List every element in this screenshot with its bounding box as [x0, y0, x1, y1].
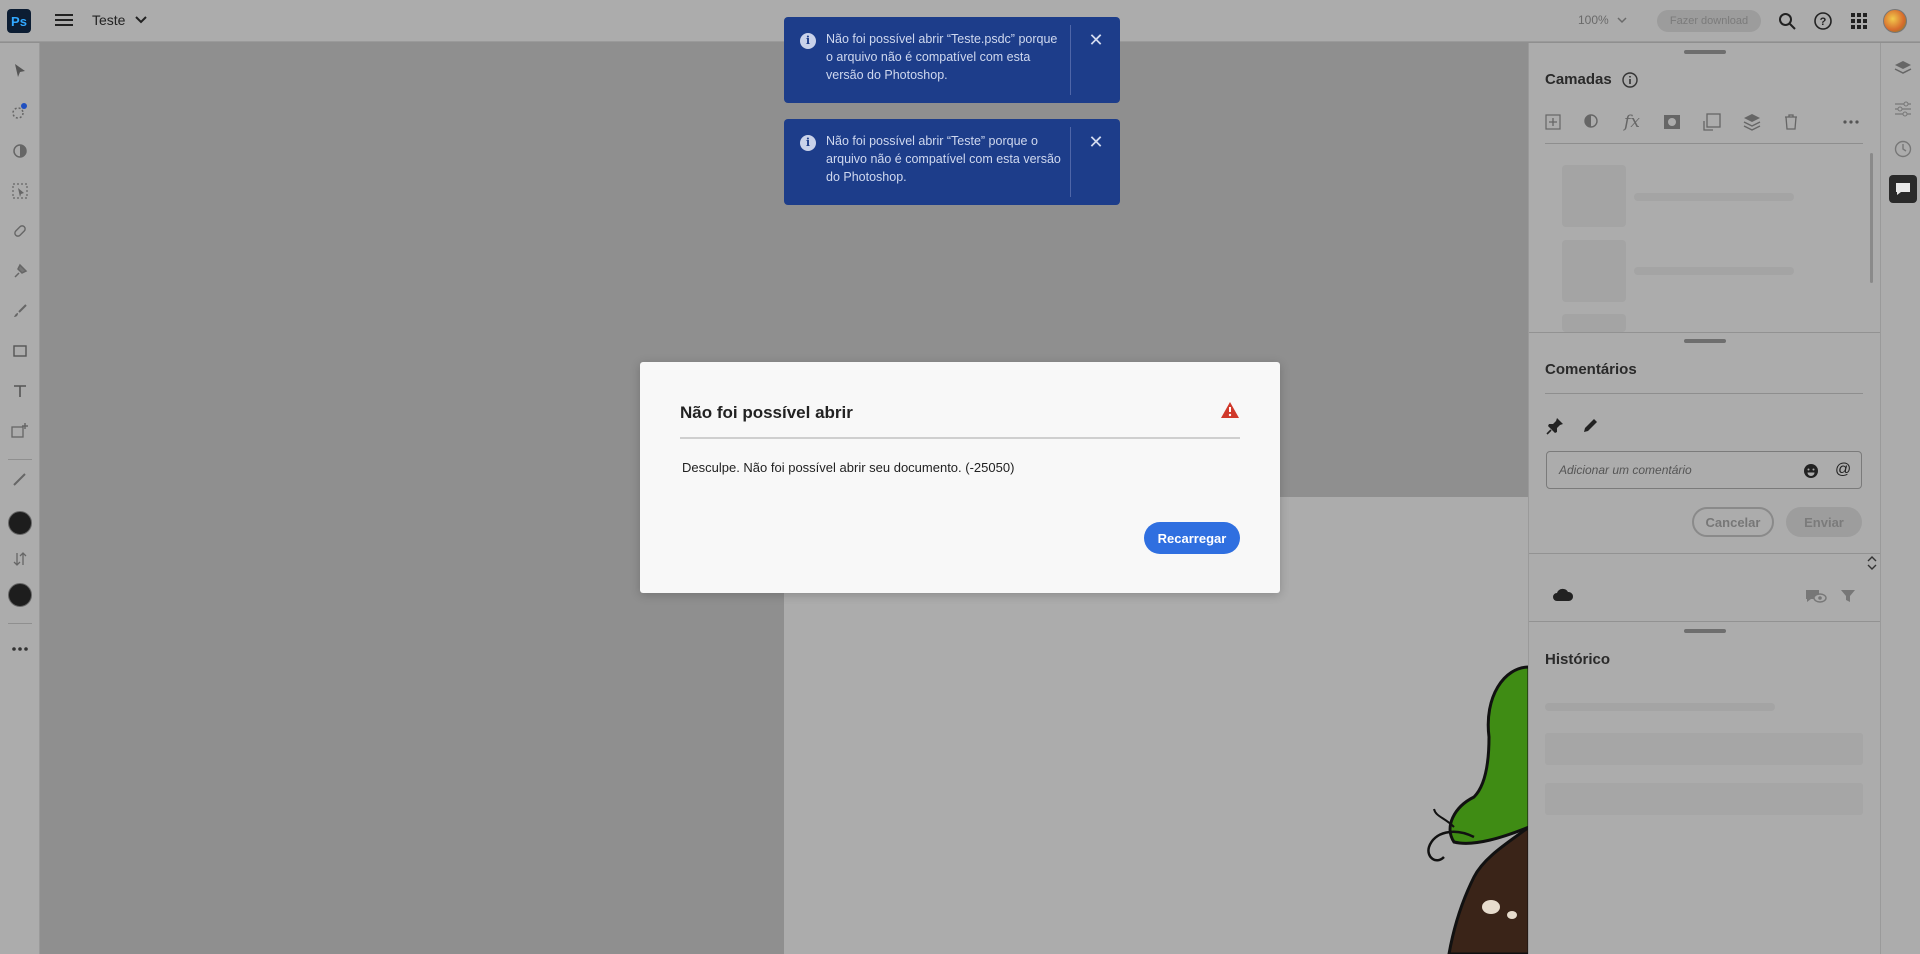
- emoji-icon[interactable]: [1803, 463, 1819, 479]
- zoom-level: 100%: [1578, 13, 1609, 27]
- panel-resize-handle[interactable]: [1684, 629, 1726, 633]
- move-tool-icon[interactable]: [8, 59, 32, 83]
- toast-divider: [1070, 25, 1071, 95]
- right-panel: Camadas fx Comentários Adicionar um come…: [1528, 43, 1881, 954]
- reload-button[interactable]: Recarregar: [1144, 522, 1240, 554]
- foreground-color-swatch[interactable]: [8, 511, 32, 535]
- chevron-down-icon: [1617, 16, 1627, 23]
- clipping-mask-icon[interactable]: [1701, 111, 1723, 133]
- info-icon: i: [800, 33, 816, 49]
- place-image-icon[interactable]: [8, 419, 32, 443]
- more-options-icon[interactable]: [1840, 111, 1862, 133]
- comments-panel-icon[interactable]: [1889, 175, 1917, 203]
- pin-icon[interactable]: [1546, 417, 1564, 440]
- history-panel-icon[interactable]: [1889, 135, 1917, 163]
- cancel-comment-button[interactable]: Cancelar: [1692, 507, 1774, 537]
- panel-switcher-strip: [1880, 43, 1920, 954]
- comment-input[interactable]: Adicionar um comentário @: [1546, 451, 1862, 489]
- toolbar-divider: [8, 459, 32, 460]
- toolbar-divider: [8, 623, 32, 624]
- left-toolbar: [0, 43, 40, 954]
- adjustment-layer-icon[interactable]: [1581, 111, 1603, 133]
- pencil-icon[interactable]: [1581, 417, 1599, 440]
- toast-message: Não foi possível abrir “Teste.psdc” porq…: [826, 32, 1058, 82]
- zoom-dropdown[interactable]: 100%: [1578, 13, 1627, 27]
- section-divider: [1529, 332, 1881, 333]
- download-button[interactable]: Fazer download: [1657, 10, 1761, 32]
- type-tool-icon[interactable]: [8, 379, 32, 403]
- history-skeleton-item: [1545, 783, 1863, 815]
- panel-resize-handle[interactable]: [1684, 50, 1726, 54]
- delete-layer-icon[interactable]: [1780, 111, 1802, 133]
- brush-tool-icon[interactable]: [8, 299, 32, 323]
- dialog-message: Desculpe. Não foi possível abrir seu doc…: [682, 460, 1015, 475]
- history-skeleton-line: [1545, 703, 1775, 711]
- mention-icon[interactable]: @: [1835, 461, 1851, 479]
- layer-mask-icon[interactable]: [1661, 111, 1683, 133]
- swap-colors-icon[interactable]: [8, 547, 32, 571]
- history-title: Histórico: [1545, 651, 1611, 668]
- toast-message: Não foi possível abrir “Teste” porque o …: [826, 134, 1061, 184]
- photoshop-logo[interactable]: Ps: [7, 9, 31, 33]
- close-icon[interactable]: ✕: [1085, 29, 1107, 51]
- resize-arrows-icon[interactable]: [1867, 555, 1877, 576]
- add-layer-icon[interactable]: [1542, 111, 1564, 133]
- search-icon[interactable]: [1777, 11, 1797, 31]
- layers-title: Camadas: [1545, 71, 1612, 88]
- adjustments-panel-icon[interactable]: [1889, 95, 1917, 123]
- section-divider: [1529, 621, 1881, 622]
- section-divider: [1529, 553, 1881, 554]
- panel-resize-handle[interactable]: [1684, 339, 1726, 343]
- fx-effects-icon[interactable]: fx: [1621, 111, 1643, 133]
- layer-skeleton-thumbnail: [1562, 314, 1626, 332]
- layer-stack-icon[interactable]: [1741, 111, 1763, 133]
- error-dialog: Não foi possível abrir Desculpe. Não foi…: [640, 362, 1280, 593]
- rectangle-tool-icon[interactable]: [8, 339, 32, 363]
- document-title: Teste: [92, 12, 126, 28]
- layer-skeleton-thumbnail: [1562, 240, 1626, 302]
- error-toast: i Não foi possível abrir “Teste.psdc” po…: [784, 17, 1120, 103]
- close-icon[interactable]: ✕: [1085, 131, 1107, 153]
- send-comment-button[interactable]: Enviar: [1786, 507, 1862, 537]
- svg-text:?: ?: [1820, 16, 1827, 28]
- error-toast: i Não foi possível abrir “Teste” porque …: [784, 119, 1120, 205]
- layer-skeleton-thumbnail: [1562, 165, 1626, 227]
- dialog-title: Não foi possível abrir: [680, 403, 853, 422]
- layers-panel-header: Camadas: [1545, 71, 1638, 88]
- comment-input-placeholder: Adicionar um comentário: [1559, 463, 1692, 477]
- layer-skeleton-line: [1634, 267, 1794, 275]
- hide-comments-icon[interactable]: [1805, 588, 1827, 609]
- help-icon[interactable]: ?: [1813, 11, 1833, 31]
- healing-brush-icon[interactable]: [8, 219, 32, 243]
- eyedropper-icon[interactable]: [8, 467, 32, 491]
- user-avatar[interactable]: [1883, 9, 1907, 33]
- panel-divider: [1545, 143, 1863, 144]
- info-icon[interactable]: [1622, 71, 1638, 88]
- cloud-icon[interactable]: [1552, 586, 1574, 607]
- dialog-divider: [680, 437, 1240, 439]
- hamburger-menu-icon[interactable]: [54, 11, 74, 31]
- document-title-dropdown[interactable]: Teste: [92, 12, 148, 28]
- warning-icon: [1220, 401, 1240, 424]
- chevron-down-icon: [135, 16, 148, 24]
- background-color-swatch[interactable]: [8, 583, 32, 607]
- apps-grid-icon[interactable]: [1849, 11, 1869, 31]
- layers-panel-icon[interactable]: [1889, 55, 1917, 83]
- panel-divider: [1545, 393, 1863, 394]
- layers-scrollbar[interactable]: [1870, 153, 1873, 283]
- quick-selection-tool-icon[interactable]: [8, 99, 32, 123]
- more-tools-icon[interactable]: [8, 637, 32, 661]
- info-icon: i: [800, 135, 816, 151]
- clone-stamp-icon[interactable]: [8, 259, 32, 283]
- layer-skeleton-line: [1634, 193, 1794, 201]
- adjustment-brush-icon[interactable]: [8, 139, 32, 163]
- object-selection-tool-icon[interactable]: [8, 179, 32, 203]
- toast-divider: [1070, 127, 1071, 197]
- filter-icon[interactable]: [1840, 588, 1856, 609]
- comments-title: Comentários: [1545, 361, 1637, 378]
- history-skeleton-item: [1545, 733, 1863, 765]
